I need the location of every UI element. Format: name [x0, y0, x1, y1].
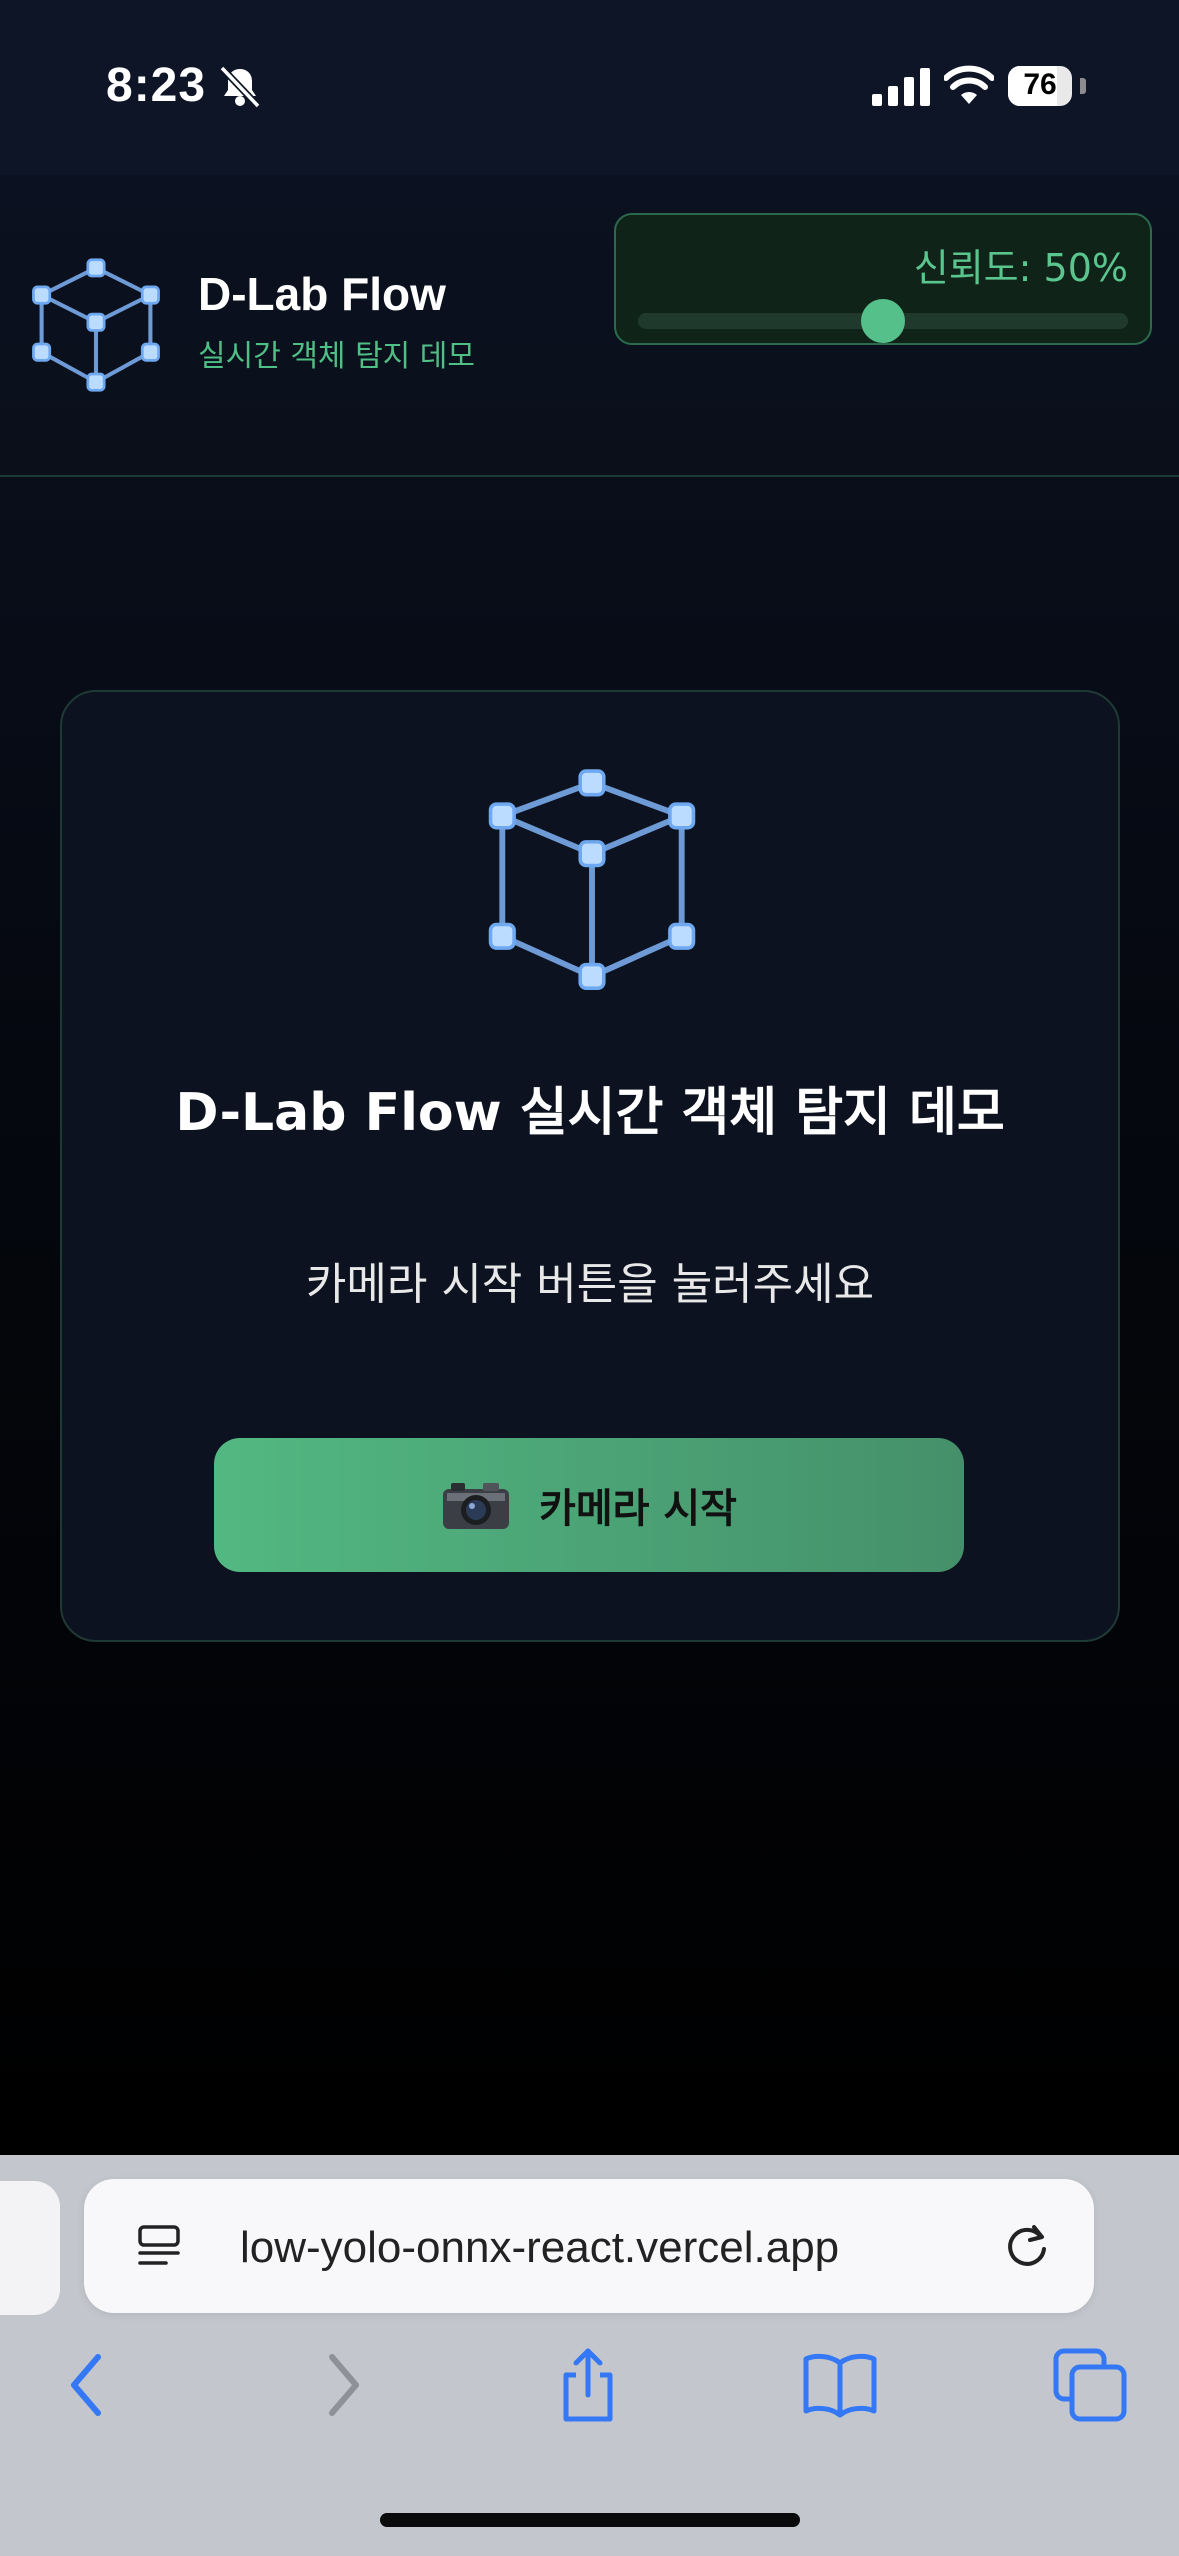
battery-icon: 76 — [1008, 66, 1072, 106]
browser-nav-row — [0, 2345, 1179, 2445]
page-menu-icon[interactable] — [134, 2221, 184, 2271]
share-icon[interactable] — [548, 2345, 628, 2425]
camera-start-label: 카메라 시작 — [539, 1486, 737, 1532]
app-header: D-Lab Flow 실시간 객체 탐지 데모 신뢰도: 50% — [0, 175, 1179, 477]
signal-icon — [872, 68, 930, 106]
slider-thumb[interactable] — [861, 299, 905, 343]
confidence-control: 신뢰도: 50% — [614, 213, 1152, 345]
battery-level: 76 — [1023, 68, 1057, 101]
bell-slash-icon — [219, 65, 261, 109]
reload-icon[interactable] — [1000, 2219, 1054, 2273]
tabs-icon[interactable] — [1050, 2345, 1130, 2425]
home-indicator — [380, 2513, 800, 2527]
url-text: low-yolo-onnx-react.vercel.app — [240, 2223, 840, 2272]
status-time: 8:23 — [106, 59, 207, 112]
address-bar[interactable]: low-yolo-onnx-react.vercel.app — [84, 2179, 1094, 2313]
bookmarks-icon[interactable] — [800, 2345, 880, 2425]
intro-card: D-Lab Flow 실시간 객체 탐지 데모 카메라 시작 버튼을 눌러주세요… — [60, 690, 1120, 1642]
back-icon[interactable] — [48, 2345, 128, 2425]
card-instruction: 카메라 시작 버튼을 눌러주세요 — [305, 1259, 875, 1310]
previous-tab-preview[interactable] — [0, 2181, 60, 2315]
forward-icon[interactable] — [302, 2345, 382, 2425]
camera-start-button[interactable]: 카메라 시작 — [214, 1438, 964, 1572]
wifi-icon — [944, 65, 994, 104]
browser-toolbar: low-yolo-onnx-react.vercel.app — [0, 2155, 1179, 2556]
app-subtitle: 실시간 객체 탐지 데모 — [198, 339, 476, 374]
confidence-label: 신뢰도: 50% — [913, 246, 1128, 290]
confidence-slider[interactable] — [638, 299, 1128, 343]
app-content: D-Lab Flow 실시간 객체 탐지 데모 신뢰도: 50% D-Lab F… — [0, 175, 1179, 2155]
app-title: D-Lab Flow — [198, 268, 446, 320]
battery-tip — [1080, 78, 1086, 94]
camera-icon — [443, 1483, 510, 1529]
cube-logo-icon — [488, 769, 696, 990]
card-title: D-Lab Flow 실시간 객체 탐지 데모 — [175, 1083, 1005, 1143]
status-bar: 8:23 76 — [0, 0, 1179, 175]
cube-logo-icon — [32, 258, 160, 392]
